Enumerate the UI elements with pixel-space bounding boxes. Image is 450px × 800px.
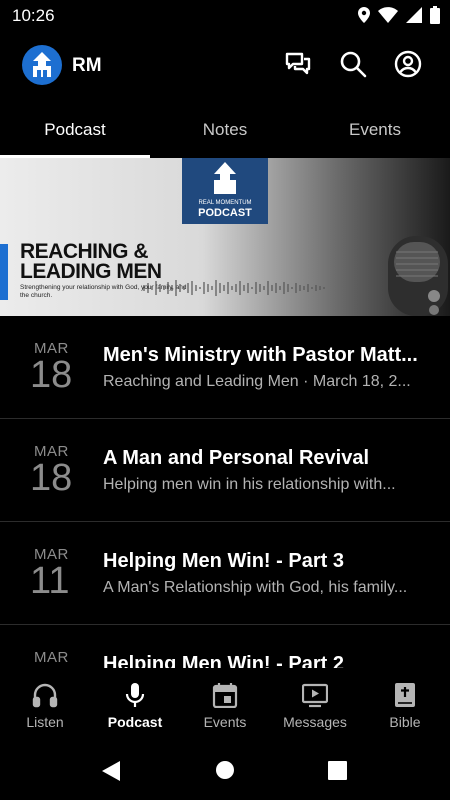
nav-label: Bible — [389, 714, 421, 730]
tab-podcast[interactable]: Podcast — [0, 100, 150, 158]
wifi-icon — [378, 7, 398, 23]
video-icon — [302, 683, 328, 708]
episode-subtitle: Reaching and Leading Men · March 18, 2..… — [103, 373, 411, 390]
search-icon[interactable] — [339, 50, 367, 78]
podcast-logo-small-text: REAL MOMENTUM — [198, 200, 252, 206]
bible-icon — [395, 683, 415, 707]
nav-events[interactable]: Events — [180, 668, 270, 740]
microphone-icon — [125, 683, 145, 707]
list-item[interactable]: MAR 18 A Man and Personal Revival Helpin… — [0, 419, 450, 522]
account-icon[interactable] — [394, 50, 422, 78]
nav-bible[interactable]: Bible — [360, 668, 450, 740]
status-bar: 10:26 — [0, 0, 450, 32]
tab-bar: Podcast Notes Events — [0, 100, 450, 158]
nav-label: Podcast — [107, 714, 163, 730]
microphone-graphic — [388, 236, 448, 316]
location-icon — [358, 7, 370, 23]
back-icon[interactable] — [101, 760, 121, 782]
chat-icon[interactable] — [284, 50, 312, 78]
app-bar: RM — [0, 32, 450, 100]
app-actions — [284, 50, 422, 78]
podcast-logo-text: PODCAST — [198, 207, 252, 219]
episode-subtitle: A Man's Relationship with God, his famil… — [103, 579, 408, 596]
status-time: 10:26 — [12, 6, 55, 25]
bottom-nav: Listen Podcast Events Messages Bible — [0, 668, 450, 740]
nav-podcast[interactable]: Podcast — [90, 668, 180, 740]
episode-month: MAR — [34, 649, 69, 666]
episode-day: 18 — [30, 457, 73, 499]
podcast-logo-mark — [214, 162, 236, 194]
episode-subtitle: Helping men win in his relationship with… — [103, 476, 396, 493]
nav-label: Messages — [283, 714, 347, 730]
podcast-banner: REAL MOMENTUM PODCAST REACHING & LEADING… — [0, 158, 450, 316]
nav-messages[interactable]: Messages — [270, 668, 360, 740]
episode-day: 11 — [30, 560, 70, 602]
system-nav-bar — [0, 740, 450, 800]
podcast-logo: REAL MOMENTUM PODCAST — [182, 158, 268, 224]
episode-title: A Man and Personal Revival — [103, 447, 370, 469]
waveform-graphic — [143, 280, 325, 296]
church-logo[interactable] — [22, 45, 62, 85]
tab-events[interactable]: Events — [300, 100, 450, 158]
signal-icon — [406, 7, 422, 23]
tab-notes[interactable]: Notes — [150, 100, 300, 158]
home-icon[interactable] — [215, 760, 235, 780]
battery-icon — [430, 6, 440, 24]
list-item[interactable]: MAR 18 Men's Ministry with Pastor Matt..… — [0, 316, 450, 419]
list-item[interactable]: MAR 11 Helping Men Win! - Part 3 A Man's… — [0, 522, 450, 625]
headphones-icon — [32, 683, 58, 708]
status-icons — [358, 6, 440, 24]
app-title: RM — [72, 55, 102, 76]
episode-title: Helping Men Win! - Part 3 — [103, 550, 344, 572]
banner-title-line1: REACHING & — [20, 240, 149, 263]
episode-title: Men's Ministry with Pastor Matt... — [103, 344, 418, 366]
episode-list: MAR 18 Men's Ministry with Pastor Matt..… — [0, 316, 450, 728]
nav-label: Events — [203, 714, 247, 730]
episode-day: 18 — [30, 354, 73, 396]
nav-listen[interactable]: Listen — [0, 668, 90, 740]
recents-icon[interactable] — [328, 761, 347, 780]
nav-label: Listen — [26, 714, 64, 730]
calendar-icon — [212, 683, 238, 708]
banner-accent-bar — [0, 244, 8, 300]
